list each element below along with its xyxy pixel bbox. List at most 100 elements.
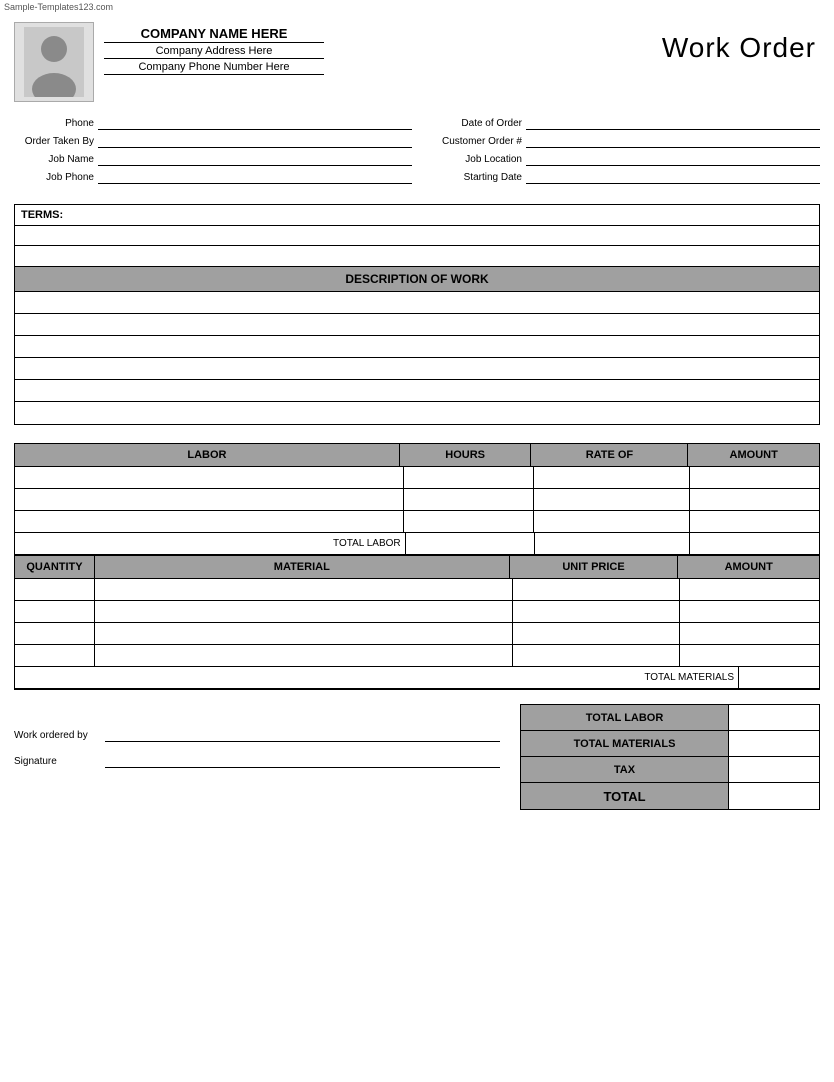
work-ordered-by-row: Work ordered by [14,728,500,742]
summary-total-labor-label: TOTAL LABOR [521,705,729,730]
mat-cell-1-4[interactable] [680,579,819,600]
total-labor-rate-cell[interactable] [535,533,690,554]
work-ordered-by-label: Work ordered by [14,730,99,741]
material-col-header: MATERIAL [95,556,510,578]
header-section: COMPANY NAME HERE Company Address Here C… [0,14,834,106]
mat-cell-3-4[interactable] [680,623,819,644]
terms-row-2[interactable] [15,246,819,266]
mat-row-4 [15,645,819,667]
mat-row-3 [15,623,819,645]
work-order-title: Work Order [662,22,820,64]
company-info: COMPANY NAME HERE Company Address Here C… [104,22,324,75]
starting-date-pair: Starting Date [422,170,820,184]
job-name-label: Job Name [14,154,94,165]
header-left: COMPANY NAME HERE Company Address Here C… [14,22,324,102]
labor-cell-3-4[interactable] [690,511,819,532]
summary-tax-label: TAX [521,757,729,782]
starting-date-input[interactable] [526,170,820,184]
mat-cell-3-1[interactable] [15,623,95,644]
summary-total-value[interactable] [729,783,819,809]
job-location-label: Job Location [422,154,522,165]
summary-table: TOTAL LABOR TOTAL MATERIALS TAX TOTAL [520,704,820,810]
desc-row-6[interactable] [15,402,819,424]
form-row-1: Phone Date of Order [14,116,820,130]
summary-total-materials-row: TOTAL MATERIALS [521,731,819,757]
customer-order-input[interactable] [526,134,820,148]
mat-cell-1-2[interactable] [95,579,513,600]
labor-col-header: LABOR [15,444,400,466]
desc-row-2[interactable] [15,314,819,336]
total-labor-hours-cell[interactable] [406,533,536,554]
mat-cell-2-4[interactable] [680,601,819,622]
mat-cell-2-1[interactable] [15,601,95,622]
labor-cell-1-3[interactable] [534,467,690,488]
job-name-pair: Job Name [14,152,412,166]
total-labor-label: TOTAL LABOR [15,533,406,554]
mat-row-2 [15,601,819,623]
amount-col-header: AMOUNT [688,444,819,466]
terms-row-1[interactable] [15,226,819,246]
summary-section: Work ordered by Signature TOTAL LABOR TO… [14,704,820,810]
labor-cell-1-2[interactable] [404,467,534,488]
desc-row-1[interactable] [15,292,819,314]
labor-cell-2-1[interactable] [15,489,404,510]
summary-tax-value[interactable] [729,757,819,782]
mat-amount-col-header: AMOUNT [678,556,819,578]
total-labor-amount-cell[interactable] [690,533,819,554]
phone-label: Phone [14,118,94,129]
mat-row-1 [15,579,819,601]
mat-cell-3-3[interactable] [513,623,681,644]
mat-cell-2-2[interactable] [95,601,513,622]
mat-cell-4-4[interactable] [680,645,819,666]
job-location-input[interactable] [526,152,820,166]
order-taken-input[interactable] [98,134,412,148]
desc-row-5[interactable] [15,380,819,402]
mat-cell-3-2[interactable] [95,623,513,644]
labor-cell-3-1[interactable] [15,511,404,532]
signature-label: Signature [14,756,99,767]
customer-order-label: Customer Order # [422,136,522,147]
mat-cell-2-3[interactable] [513,601,681,622]
form-row-4: Job Phone Starting Date [14,170,820,184]
date-of-order-pair: Date of Order [422,116,820,130]
qty-col-header: QUANTITY [15,556,95,578]
job-location-pair: Job Location [422,152,820,166]
labor-cell-3-3[interactable] [534,511,690,532]
desc-row-3[interactable] [15,336,819,358]
labor-cell-2-3[interactable] [534,489,690,510]
mat-cell-1-3[interactable] [513,579,681,600]
form-row-2: Order Taken By Customer Order # [14,134,820,148]
total-labor-row: TOTAL LABOR [15,533,819,555]
form-row-3: Job Name Job Location [14,152,820,166]
mat-cell-4-1[interactable] [15,645,95,666]
customer-order-pair: Customer Order # [422,134,820,148]
signature-section: Work ordered by Signature [14,704,520,780]
rate-col-header: RATE OF [531,444,688,466]
labor-cell-2-2[interactable] [404,489,534,510]
total-materials-value[interactable] [739,667,819,688]
starting-date-label: Starting Date [422,172,522,183]
labor-header-row: LABOR HOURS RATE OF AMOUNT [15,444,819,467]
labor-cell-3-2[interactable] [404,511,534,532]
order-taken-label: Order Taken By [14,136,94,147]
work-ordered-by-line[interactable] [105,728,500,742]
job-phone-input[interactable] [98,170,412,184]
signature-line[interactable] [105,754,500,768]
job-name-input[interactable] [98,152,412,166]
date-of-order-input[interactable] [526,116,820,130]
labor-cell-1-1[interactable] [15,467,404,488]
summary-total-labor-value[interactable] [729,705,819,730]
summary-tax-row: TAX [521,757,819,783]
labor-cell-1-4[interactable] [690,467,819,488]
summary-total-materials-value[interactable] [729,731,819,756]
phone-input[interactable] [98,116,412,130]
order-taken-pair: Order Taken By [14,134,412,148]
mat-cell-1-1[interactable] [15,579,95,600]
summary-total-materials-label: TOTAL MATERIALS [521,731,729,756]
labor-cell-2-4[interactable] [690,489,819,510]
summary-total-labor-row: TOTAL LABOR [521,705,819,731]
total-materials-label: TOTAL MATERIALS [15,667,739,688]
desc-row-4[interactable] [15,358,819,380]
mat-cell-4-3[interactable] [513,645,681,666]
mat-cell-4-2[interactable] [95,645,513,666]
